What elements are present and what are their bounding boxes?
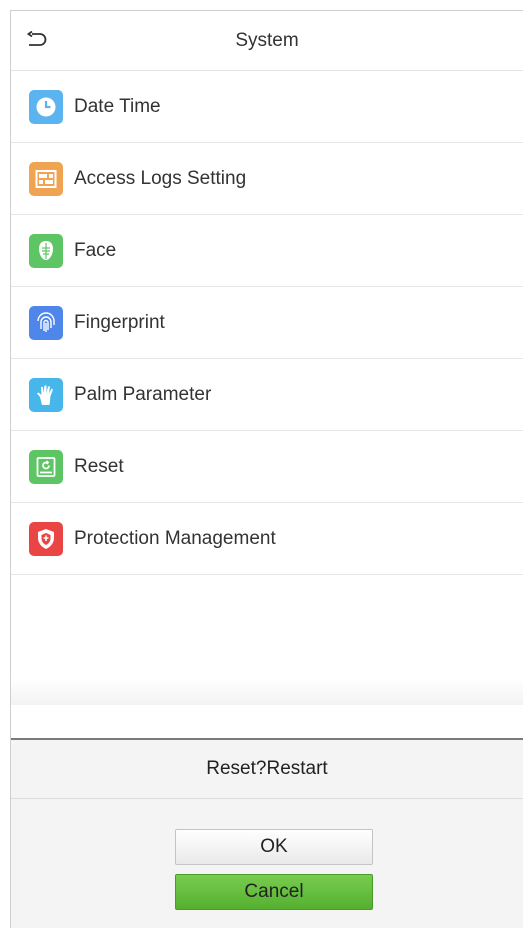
clock-icon (29, 90, 63, 124)
menu-item-label: Date Time (74, 96, 161, 117)
menu-item-date-time[interactable]: Date Time (11, 71, 523, 143)
menu-empty-area (11, 575, 523, 705)
system-screen: System Date Time Access Logs Setting Fac… (10, 10, 523, 928)
face-icon (29, 234, 63, 268)
ok-button[interactable]: OK (175, 829, 373, 865)
menu-item-label: Reset (74, 456, 124, 477)
confirm-dialog: Reset?Restart OK Cancel (11, 738, 523, 928)
palm-icon (29, 378, 63, 412)
logs-icon (29, 162, 63, 196)
menu-item-palm-parameter[interactable]: Palm Parameter (11, 359, 523, 431)
fingerprint-icon (29, 306, 63, 340)
menu-item-protection-management[interactable]: Protection Management (11, 503, 523, 575)
dialog-title: Reset?Restart (11, 740, 523, 799)
menu-item-face[interactable]: Face (11, 215, 523, 287)
menu-item-label: Palm Parameter (74, 384, 212, 405)
reset-icon (29, 450, 63, 484)
header-bar: System (11, 11, 523, 71)
menu-list: Date Time Access Logs Setting Face Finge… (11, 71, 523, 705)
cancel-button[interactable]: Cancel (175, 874, 373, 910)
menu-item-fingerprint[interactable]: Fingerprint (11, 287, 523, 359)
menu-item-reset[interactable]: Reset (11, 431, 523, 503)
shield-icon (29, 522, 63, 556)
page-title: System (235, 30, 299, 51)
menu-item-label: Face (74, 240, 117, 261)
menu-item-label: Protection Management (74, 528, 276, 549)
menu-item-label: Fingerprint (74, 312, 165, 333)
menu-item-label: Access Logs Setting (74, 168, 247, 189)
menu-item-access-logs-setting[interactable]: Access Logs Setting (11, 143, 523, 215)
